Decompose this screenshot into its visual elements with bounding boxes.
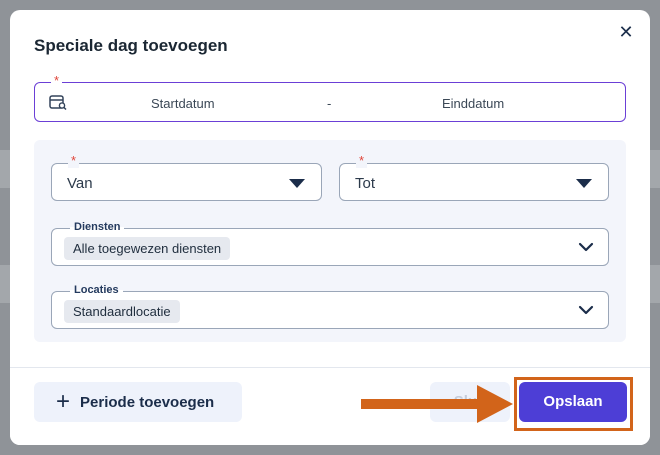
date-separator: - (327, 96, 332, 111)
add-period-button[interactable]: + Periode toevoegen (34, 382, 242, 422)
locations-chip: Standaardlocatie (64, 300, 180, 323)
locations-label: Locaties (70, 284, 123, 296)
services-label: Diensten (70, 221, 125, 233)
services-multiselect[interactable]: Diensten Alle toegewezen diensten (51, 221, 609, 266)
dialog-footer: + Periode toevoegen Sluit Opslaan (10, 367, 650, 445)
caret-down-icon (289, 179, 305, 188)
to-select-value: Tot (355, 175, 376, 192)
annotation-arrow (361, 385, 513, 423)
save-button[interactable]: Opslaan (519, 382, 627, 422)
calendar-search-icon (49, 95, 67, 110)
required-marker: * (68, 154, 80, 168)
to-select[interactable]: * Tot (339, 154, 609, 201)
dialog-title: Speciale dag toevoegen (34, 36, 228, 55)
close-icon[interactable]: ✕ (616, 22, 636, 42)
required-marker: * (356, 154, 368, 168)
add-period-label: Periode toevoegen (80, 393, 215, 411)
options-panel: * Van * Tot Diensten Alle toegewezen die… (34, 140, 626, 342)
start-date-field[interactable]: Startdatum (151, 96, 215, 111)
services-chip: Alle toegewezen diensten (64, 237, 231, 260)
required-marker: * (51, 74, 63, 88)
end-date-field[interactable]: Einddatum (442, 96, 504, 111)
chevron-down-icon (578, 242, 594, 252)
from-select-value: Van (67, 175, 93, 192)
plus-icon: + (56, 388, 71, 415)
date-range-input[interactable]: * Startdatum - Einddatum (34, 74, 626, 122)
from-select[interactable]: * Van (51, 154, 322, 201)
chevron-down-icon (578, 305, 594, 315)
special-day-dialog: Speciale dag toevoegen ✕ * Startdatum - … (10, 10, 650, 445)
caret-down-icon (576, 179, 592, 188)
locations-multiselect[interactable]: Locaties Standaardlocatie (51, 284, 609, 329)
